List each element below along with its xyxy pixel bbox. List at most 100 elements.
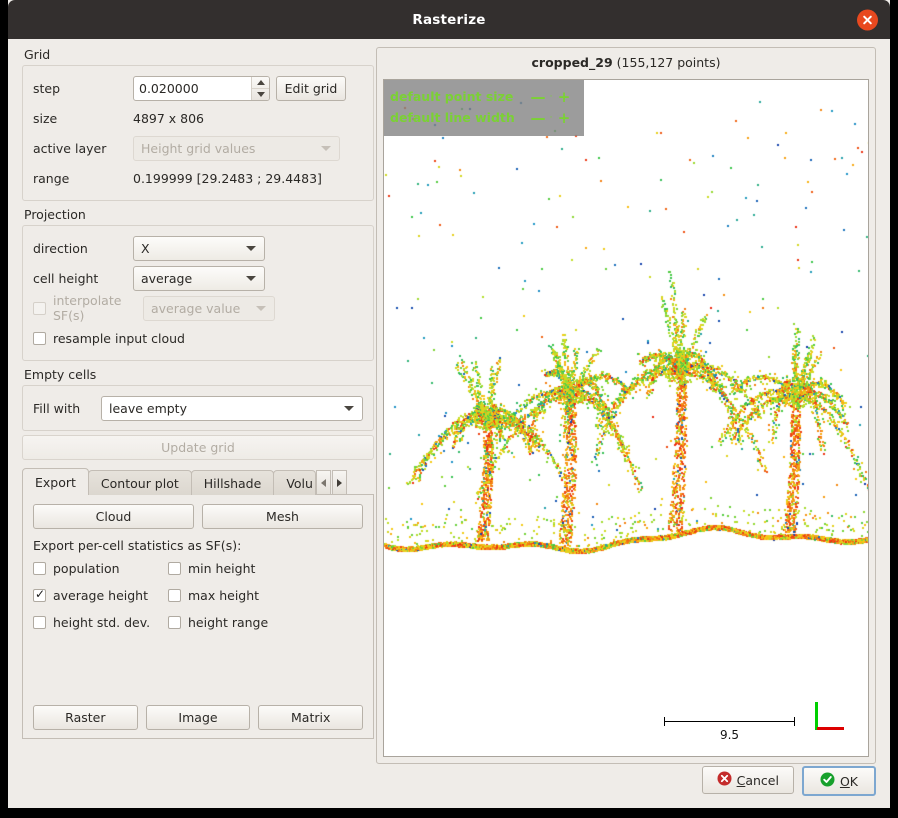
viewer-overlay-controls: default point size — · + default line wi… — [384, 80, 584, 136]
checkbox-label: max height — [188, 588, 260, 603]
size-label: size — [33, 110, 58, 126]
step-spinner-buttons[interactable] — [251, 76, 269, 100]
interpolate-sf-row: interpolate SF(s) average value — [33, 293, 363, 323]
checkbox-label: height range — [188, 615, 269, 630]
point-cloud-viewer-panel: cropped_29 (155,127 points) default poin… — [376, 47, 876, 764]
checkbox-box[interactable] — [168, 616, 181, 629]
checkbox-label: population — [53, 561, 120, 576]
scale-bar: 9.5 — [664, 717, 795, 742]
checkbox-max-height[interactable]: max height — [168, 588, 363, 603]
tab-strip: Export Contour plot Hillshade Volu — [22, 468, 374, 495]
active-layer-combo: Height grid values — [133, 135, 340, 161]
cell-height-value: average — [141, 270, 193, 286]
tab-hillshade[interactable]: Hillshade — [190, 470, 275, 495]
settings-column: Grid step Edit grid — [22, 47, 374, 739]
direction-value: X — [141, 240, 150, 256]
checkbox-average-height[interactable]: ✓ average height — [33, 588, 168, 603]
checkbox-box[interactable] — [33, 331, 46, 345]
export-tab-panel: Cloud Mesh Export per-cell statistics as… — [22, 494, 374, 739]
resample-input-cloud-checkbox[interactable]: resample input cloud — [33, 331, 185, 346]
checkbox-height-std-dev[interactable]: height std. dev. — [33, 615, 168, 630]
export-format-buttons: Raster Image Matrix — [33, 705, 364, 730]
decrease-point-size-button[interactable]: — — [528, 88, 548, 106]
range-label: range — [33, 170, 70, 186]
export-mesh-button[interactable]: Mesh — [202, 504, 363, 529]
fill-with-value: leave empty — [109, 400, 187, 416]
checkbox-box[interactable] — [168, 589, 181, 602]
ok-label: OK — [839, 773, 858, 789]
step-decrement-button[interactable] — [252, 89, 269, 100]
checkbox-box[interactable] — [33, 616, 46, 629]
export-cloud-button[interactable]: Cloud — [33, 504, 194, 529]
checkbox-population[interactable]: population — [33, 561, 168, 576]
checkbox-height-range[interactable]: height range — [168, 615, 363, 630]
dialog-titlebar: Rasterize — [8, 0, 890, 39]
interpolate-value: average value — [151, 300, 241, 316]
step-row: step Edit grid — [33, 74, 363, 102]
checkbox-box[interactable]: ✓ — [33, 588, 46, 602]
axis-horizontal — [817, 727, 844, 730]
increase-line-width-button[interactable]: + — [554, 109, 574, 127]
empty-cells-group-title: Empty cells — [24, 367, 97, 382]
export-raster-button[interactable]: Raster — [33, 705, 138, 730]
direction-combo[interactable]: X — [133, 235, 265, 261]
tab-area: Export Contour plot Hillshade Volu Cloud… — [22, 468, 374, 739]
axis-orientation-icon — [815, 700, 845, 730]
checkbox-label: average height — [53, 588, 148, 603]
scale-bar-line — [664, 717, 795, 726]
decrease-line-width-button[interactable]: — — [528, 109, 548, 127]
grid-group: Grid step Edit grid — [22, 47, 374, 201]
interpolate-sf-checkbox: interpolate SF(s) — [33, 293, 133, 323]
interpolate-value-combo: average value — [143, 295, 275, 321]
ok-button[interactable]: OK — [801, 766, 876, 796]
viewer-canvas[interactable]: default point size — · + default line wi… — [383, 79, 869, 757]
chevron-up-icon — [256, 79, 265, 85]
chevron-down-icon — [246, 246, 256, 251]
export-matrix-button[interactable]: Matrix — [258, 705, 364, 730]
rasterize-dialog: Rasterize Grid step 0.020000 Edit grid s… — [8, 0, 890, 808]
projection-group: Projection direction X cell height avera… — [22, 207, 374, 361]
tab-volume[interactable]: Volu — [273, 470, 316, 495]
projection-group-title: Projection — [24, 207, 86, 222]
chevron-down-icon — [246, 276, 256, 281]
tab-scroll-left-button[interactable] — [315, 470, 331, 495]
fill-with-combo[interactable]: leave empty — [101, 395, 363, 421]
chevron-right-icon — [336, 478, 342, 487]
close-icon[interactable] — [857, 9, 878, 30]
interpolate-sf-label: interpolate SF(s) — [53, 293, 122, 323]
checkbox-label: height std. dev. — [53, 615, 151, 630]
step-label: step — [33, 80, 61, 96]
checkbox-box — [33, 301, 46, 315]
direction-row: direction X — [33, 234, 363, 262]
grid-group-title: Grid — [24, 47, 51, 62]
increase-point-size-button[interactable]: + — [554, 88, 574, 106]
checkbox-label: min height — [188, 561, 256, 576]
cell-height-row: cell height average — [33, 264, 363, 292]
update-grid-button: Update grid — [22, 435, 374, 460]
step-input[interactable] — [134, 76, 251, 100]
resample-row: resample input cloud — [33, 324, 363, 352]
active-layer-row: active layer Height grid values — [33, 134, 363, 162]
checkbox-box[interactable] — [168, 562, 181, 575]
step-spinbox[interactable] — [133, 75, 270, 101]
edit-grid-button[interactable]: Edit grid — [276, 75, 346, 101]
active-layer-label: active layer — [33, 140, 107, 156]
export-stats-checkbox-grid: population min height ✓ average height m… — [33, 561, 363, 630]
cancel-button[interactable]: Cancel — [701, 766, 794, 794]
tab-scroll-right-button[interactable] — [331, 470, 347, 495]
cell-height-combo[interactable]: average — [133, 265, 265, 291]
active-layer-value: Height grid values — [141, 140, 256, 156]
tab-export[interactable]: Export — [22, 468, 89, 495]
export-image-button[interactable]: Image — [145, 705, 251, 730]
tab-contour-plot[interactable]: Contour plot — [87, 470, 192, 495]
export-stats-label: Export per-cell statistics as SF(s): — [33, 538, 242, 553]
viewer-cloud-name: cropped_29 — [531, 55, 613, 70]
step-increment-button[interactable] — [252, 77, 269, 89]
checkbox-min-height[interactable]: min height — [168, 561, 363, 576]
direction-label: direction — [33, 240, 88, 256]
dialog-body: Grid step Edit grid — [8, 39, 890, 808]
overlay-row-point-size: default point size — · + — [390, 86, 574, 107]
chevron-down-icon — [256, 306, 266, 311]
checkbox-box[interactable] — [33, 562, 46, 575]
cell-height-label: cell height — [33, 270, 99, 286]
